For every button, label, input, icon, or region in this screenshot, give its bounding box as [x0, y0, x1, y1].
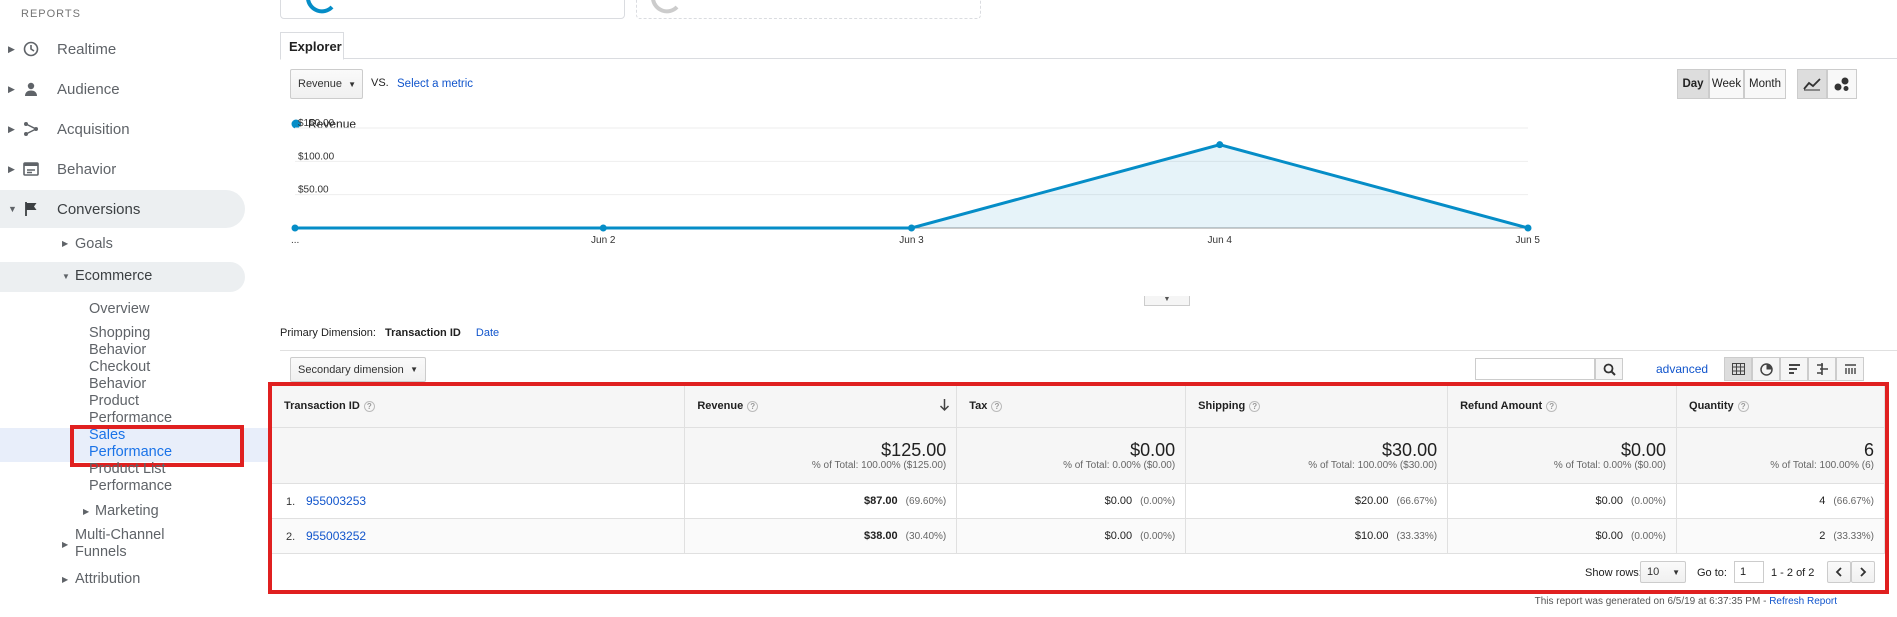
y-tick-label: $150.00: [298, 118, 335, 129]
sidebar-item-acquisition[interactable]: ▶ Acquisition: [0, 110, 245, 148]
sidebar-item-label: Audience: [57, 80, 120, 98]
sidebar-item-label: Funnels: [75, 544, 127, 560]
expand-arrow-icon: ▶: [8, 123, 15, 134]
reports-section-label: REPORTS: [21, 8, 81, 20]
report-generated-text: This report was generated on 6/5/19 at 6…: [1534, 596, 1767, 607]
sidebar-item-label: Checkout: [89, 359, 151, 375]
table-search-input[interactable]: [1475, 358, 1595, 380]
chart-series: [291, 141, 1532, 232]
select-metric-link[interactable]: Select a metric: [397, 78, 473, 90]
sidebar-item-product-performance[interactable]: Product Performance: [89, 393, 172, 427]
dimension-transaction-id[interactable]: Transaction ID: [385, 327, 461, 339]
x-tick-label: Jun 2: [591, 235, 616, 246]
sidebar-item-label: Behavior: [89, 376, 147, 392]
secondary-dimension-select[interactable]: Secondary dimension ▼: [290, 357, 426, 382]
secondary-dimension-label: Secondary dimension: [298, 363, 404, 376]
sidebar-item-multi-channel-funnels[interactable]: Multi-Channel Funnels: [75, 527, 164, 561]
tab-divider: [280, 58, 1897, 59]
flag-icon: [22, 200, 40, 218]
dimension-date-link[interactable]: Date: [476, 327, 499, 339]
sidebar-item-product-list-performance[interactable]: Product List Performance: [89, 461, 172, 495]
sidebar-item-overview[interactable]: Overview: [89, 301, 149, 318]
metric-select-value: Revenue: [298, 78, 343, 90]
dropdown-arrow-icon: ▼: [348, 79, 356, 89]
x-tick-label: Jun 5: [1516, 235, 1541, 246]
clock-icon: [22, 40, 40, 58]
data-point[interactable]: [1216, 141, 1224, 149]
revenue-chart: Revenue $150.00$100.00$50.00 ... Jun 2 Jun…: [291, 117, 1540, 246]
scorecard-stub-empty: [636, 0, 981, 19]
vs-label: VS.: [371, 77, 389, 89]
y-tick-label: $50.00: [298, 185, 329, 196]
refresh-report-link[interactable]: Refresh Report: [1769, 596, 1837, 607]
dropdown-arrow-icon: ▼: [410, 365, 418, 374]
expand-arrow-icon: ▶: [8, 83, 15, 94]
series-area: [295, 144, 1528, 228]
motion-chart-icon[interactable]: [1827, 69, 1857, 99]
expand-arrow-icon: ▶: [8, 163, 15, 174]
sidebar-item-label: Shopping: [89, 325, 151, 341]
expand-arrow-icon: ▶: [8, 43, 15, 54]
expand-arrow-icon: ▶: [62, 239, 69, 248]
sidebar-item-label: Behavior: [89, 342, 147, 358]
collapse-arrow-icon: ▼: [8, 204, 17, 214]
table-view-icon[interactable]: [1724, 357, 1752, 381]
sidebar-item-conversions[interactable]: ▼ Conversions: [0, 190, 245, 228]
sidebar-item-label: Conversions: [57, 200, 141, 218]
search-icon[interactable]: [1595, 358, 1623, 380]
primary-dimension-bar: Primary Dimension: Transaction ID Date: [280, 327, 499, 339]
main-content: Explorer Revenue ▼ VS. Select a metric D…: [268, 0, 1897, 617]
sidebar: REPORTS ▶ Realtime ▶ Audience ▶ Acquisit…: [0, 0, 268, 617]
metric-select[interactable]: Revenue ▼: [290, 69, 363, 99]
sidebar-item-label: Multi-Channel: [75, 527, 165, 543]
advanced-filter-link[interactable]: advanced: [1656, 362, 1708, 376]
period-week-button[interactable]: Week: [1709, 69, 1744, 99]
sidebar-item-shopping-behavior[interactable]: Shopping Behavior: [89, 325, 150, 359]
scorecard-stub: [280, 0, 625, 19]
x-tick-label: Jun 3: [899, 235, 924, 246]
sidebar-item-label: Acquisition: [57, 120, 130, 138]
person-icon: [22, 80, 40, 98]
acquisition-icon: [22, 120, 40, 138]
sidebar-item-label: Realtime: [57, 40, 117, 58]
chart-collapse-handle[interactable]: ▼: [1144, 296, 1190, 306]
period-day-button[interactable]: Day: [1677, 69, 1709, 99]
data-point[interactable]: [908, 224, 915, 232]
sidebar-item-label: Performance: [89, 478, 173, 494]
data-point[interactable]: [1524, 224, 1532, 232]
comparison-view-icon[interactable]: [1808, 357, 1836, 381]
tab-explorer[interactable]: Explorer: [280, 32, 344, 60]
data-point[interactable]: [599, 224, 607, 232]
sidebar-item-audience[interactable]: ▶ Audience: [0, 70, 245, 108]
pie-view-icon[interactable]: [1752, 357, 1780, 381]
sidebar-item-attribution[interactable]: Attribution: [75, 571, 140, 588]
x-tick-label: Jun 4: [1208, 235, 1233, 246]
line-chart-icon[interactable]: [1797, 69, 1827, 99]
sidebar-item-label: Product: [89, 393, 139, 409]
dimension-divider: [280, 350, 1897, 351]
annotation-highlight-box: [268, 382, 1889, 594]
sidebar-item-realtime[interactable]: ▶ Realtime: [0, 30, 245, 68]
sidebar-item-ecommerce[interactable]: Ecommerce: [75, 268, 152, 285]
chart-x-ticks: ... Jun 2 Jun 3 Jun 4 Jun 5: [291, 235, 1540, 246]
x-tick-label: ...: [291, 235, 299, 246]
behavior-icon: [22, 160, 40, 178]
expand-arrow-icon: ▶: [62, 575, 69, 584]
collapse-arrow-icon: ▼: [62, 272, 70, 281]
pivot-view-icon[interactable]: [1836, 357, 1864, 381]
primary-dimension-label: Primary Dimension:: [280, 327, 376, 339]
performance-view-icon[interactable]: [1780, 357, 1808, 381]
sidebar-item-checkout-behavior[interactable]: Checkout Behavior: [89, 359, 150, 393]
report-footer: This report was generated on 6/5/19 at 6…: [1535, 596, 1837, 607]
expand-arrow-icon: ▶: [62, 540, 69, 549]
sidebar-item-goals[interactable]: Goals: [75, 236, 113, 253]
data-point[interactable]: [291, 224, 299, 232]
sidebar-item-behavior[interactable]: ▶ Behavior: [0, 150, 245, 188]
sidebar-item-marketing[interactable]: Marketing: [95, 503, 159, 520]
expand-arrow-icon: ▶: [83, 507, 90, 516]
y-tick-label: $100.00: [298, 151, 335, 162]
sidebar-item-label: Behavior: [57, 160, 117, 178]
sidebar-item-label: Product List: [89, 461, 166, 477]
period-month-button[interactable]: Month: [1744, 69, 1786, 99]
